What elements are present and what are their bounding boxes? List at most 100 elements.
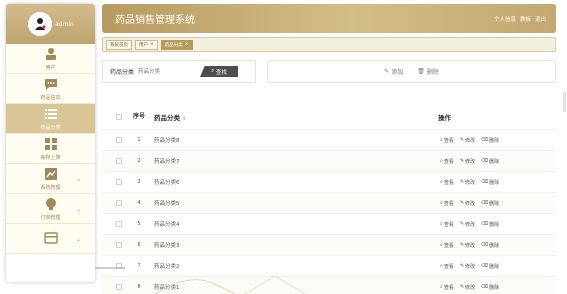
logout-link[interactable]: 退出 <box>535 15 546 23</box>
edit-button[interactable]: ✎ 修改 <box>460 179 475 186</box>
select-all-checkbox[interactable] <box>116 113 122 120</box>
search-button-label: 查找 <box>215 69 227 76</box>
table-row: 7 药品分类2 ⌕ 查看 ✎ 修改 ⌫ 删除 <box>102 256 556 277</box>
edit-label: 修改 <box>465 221 476 228</box>
row-actions: ⌕ 查看 ✎ 修改 ⌫ 删除 <box>440 263 499 270</box>
row-index: 2 <box>137 158 141 164</box>
view-label: 查看 <box>443 179 454 186</box>
view-label: 查看 <box>443 137 454 144</box>
sidebar-item-drug-info[interactable]: 药品信息 <box>6 74 95 104</box>
view-button[interactable]: ⌕ 查看 <box>440 263 454 270</box>
row-checkbox[interactable] <box>116 137 122 143</box>
row-actions: ⌕ 查看 ✎ 修改 ⌫ 删除 <box>440 137 499 144</box>
row-checkbox[interactable] <box>116 284 122 290</box>
delete-row-button[interactable]: ⌫ 删除 <box>481 221 499 228</box>
row-category-name: 药品分类3 <box>154 243 180 249</box>
row-checkbox[interactable] <box>116 263 122 269</box>
delete-row-button[interactable]: ⌫ 删除 <box>481 242 499 249</box>
edit-icon: ✎ <box>459 137 465 143</box>
search-icon: ⌕ <box>440 137 443 143</box>
column-ops-header: 操作 <box>438 113 451 122</box>
add-button[interactable]: ✎ 添加 <box>384 67 403 76</box>
close-icon[interactable]: × <box>150 42 154 47</box>
table-row: 5 药品分类4 ⌕ 查看 ✎ 修改 ⌫ 删除 <box>102 214 556 235</box>
tag-user[interactable]: 用户 × <box>135 39 158 50</box>
sidebar: admin 用户 药品信息 药品分类 库存上架 系统管理 ⌄ 订单管理 ⌄ ⌄ <box>6 4 95 282</box>
sidebar-item-inventory[interactable]: 库存上架 <box>6 134 95 164</box>
search-panel: 药品分类 ⌕ 查找 <box>102 60 256 83</box>
search-input[interactable] <box>138 66 199 77</box>
grid-icon <box>43 137 58 152</box>
trash-icon: ⌫ <box>481 263 489 269</box>
delete-row-button[interactable]: ⌫ 删除 <box>481 179 499 186</box>
row-checkbox[interactable] <box>116 158 122 164</box>
sidebar-item-drug-category[interactable]: 药品分类 <box>6 104 95 134</box>
trash-icon: 🗑 <box>417 68 425 75</box>
edit-button[interactable]: ✎ 修改 <box>460 221 475 228</box>
sort-icon[interactable]: ⇕ <box>182 116 186 122</box>
column-name-label: 药品分类 <box>154 113 180 122</box>
profile-link[interactable]: 个人信息 <box>494 15 516 23</box>
sidebar-item-system[interactable]: 系统管理 ⌄ <box>6 164 95 194</box>
edit-button[interactable]: ✎ 修改 <box>460 284 475 291</box>
view-label: 查看 <box>443 221 454 228</box>
edit-button[interactable]: ✎ 修改 <box>460 137 475 144</box>
tag-drug-category[interactable]: 药品分类 × <box>160 39 193 50</box>
row-actions: ⌕ 查看 ✎ 修改 ⌫ 删除 <box>440 179 499 186</box>
tag-label: 药品分类 <box>164 42 183 48</box>
view-button[interactable]: ⌕ 查看 <box>440 179 454 186</box>
avatar <box>28 12 52 36</box>
chevron-down-icon: ⌄ <box>75 176 81 183</box>
row-actions: ⌕ 查看 ✎ 修改 ⌫ 删除 <box>440 242 499 249</box>
view-button[interactable]: ⌕ 查看 <box>440 158 454 165</box>
table-body: 1 药品分类8 ⌕ 查看 ✎ 修改 ⌫ 删除 2 药品分类7 ⌕ 查看 ✎ 修改 ⌫ 删除 3 药品分类6 ⌕ 查看 ✎… <box>102 130 556 294</box>
view-button[interactable]: ⌕ 查看 <box>440 242 454 249</box>
delete-row-button[interactable]: ⌫ 删除 <box>481 158 499 165</box>
search-label: 药品分类 <box>110 69 135 76</box>
edit-button[interactable]: ✎ 修改 <box>460 263 475 270</box>
trash-icon: ⌫ <box>481 221 489 227</box>
edit-button[interactable]: ✎ 修改 <box>460 200 475 207</box>
table-row: 1 药品分类8 ⌕ 查看 ✎ 修改 ⌫ 删除 <box>102 130 556 151</box>
delete-row-button[interactable]: ⌫ 删除 <box>481 200 499 207</box>
row-category-name: 药品分类6 <box>154 180 180 186</box>
row-category-name: 药品分类2 <box>154 264 180 270</box>
sidebar-item-orders[interactable]: 订单管理 ⌄ <box>6 194 95 224</box>
edit-button[interactable]: ✎ 修改 <box>460 242 475 249</box>
row-checkbox[interactable] <box>116 179 122 185</box>
table-header: 序号 药品分类 ⇕ 操作 <box>102 104 556 130</box>
template-link[interactable]: 教板 <box>520 15 531 23</box>
edit-button[interactable]: ✎ 修改 <box>460 158 475 165</box>
sidebar-item-user[interactable]: 用户 <box>6 44 95 74</box>
view-label: 查看 <box>443 284 454 291</box>
view-button[interactable]: ⌕ 查看 <box>440 137 454 144</box>
row-index: 4 <box>137 200 141 206</box>
edit-label: 修改 <box>465 137 476 144</box>
search-button[interactable]: ⌕ 查找 <box>200 66 239 77</box>
edit-icon: ✎ <box>459 221 465 227</box>
view-button[interactable]: ⌕ 查看 <box>440 200 454 207</box>
sidebar-item-label: 药品信息 <box>40 94 61 101</box>
view-button[interactable]: ⌕ 查看 <box>440 221 454 228</box>
tag-home[interactable]: 系统首页 <box>106 39 132 50</box>
close-icon[interactable]: × <box>185 42 189 47</box>
view-button[interactable]: ⌕ 查看 <box>440 284 454 291</box>
scrollbar[interactable] <box>563 92 566 112</box>
view-label: 查看 <box>443 158 454 165</box>
edit-icon: ✎ <box>459 284 465 290</box>
delete-button[interactable]: 🗑 删除 <box>417 67 439 76</box>
row-checkbox[interactable] <box>116 221 122 227</box>
row-checkbox[interactable] <box>116 200 122 206</box>
trash-icon: ⌫ <box>481 200 489 206</box>
delete-button-label: 删除 <box>426 69 439 76</box>
sidebar-item-more[interactable]: ⌄ <box>6 224 95 254</box>
delete-row-button[interactable]: ⌫ 删除 <box>481 137 499 144</box>
delete-row-button[interactable]: ⌫ 删除 <box>481 284 499 291</box>
sidebar-item-label: 药品分类 <box>40 124 61 131</box>
edit-label: 修改 <box>465 284 476 291</box>
row-checkbox[interactable] <box>116 242 122 248</box>
user-profile[interactable]: admin <box>6 4 95 44</box>
column-name-header[interactable]: 药品分类 ⇕ <box>154 112 186 122</box>
delete-label: 删除 <box>489 221 500 228</box>
delete-row-button[interactable]: ⌫ 删除 <box>481 263 499 270</box>
